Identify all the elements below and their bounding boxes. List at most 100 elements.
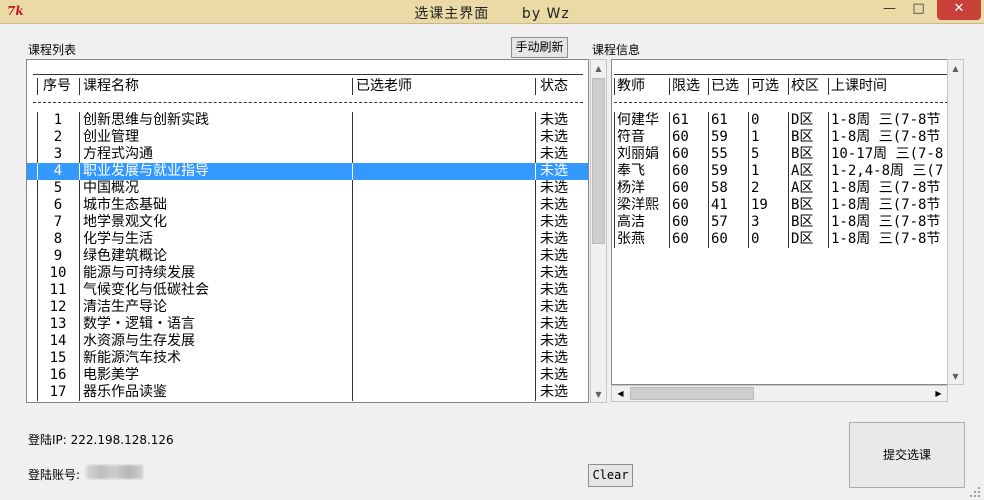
teacher-row[interactable]: 何建华 61 61 0 D区 1-8周 三(7-8节 <box>612 112 947 129</box>
column-divider <box>352 180 353 197</box>
row-chosen: 55 <box>711 146 728 162</box>
course-row[interactable]: 2 创业管理 未选 <box>27 129 588 146</box>
header-course-name: 课程名称 <box>83 78 139 94</box>
course-row[interactable]: 3 方程式沟通 未选 <box>27 146 588 163</box>
manual-refresh-button[interactable]: 手动刷新 <box>511 37 568 58</box>
column-divider <box>352 197 353 214</box>
resize-grip-icon[interactable] <box>969 486 981 498</box>
row-limit: 60 <box>672 231 689 247</box>
course-row[interactable]: 15 新能源汽车技术 未选 <box>27 350 588 367</box>
column-divider <box>535 231 536 248</box>
course-name: 方程式沟通 <box>83 146 153 162</box>
column-divider <box>788 197 789 214</box>
course-status: 未选 <box>540 248 568 264</box>
column-divider <box>614 197 615 214</box>
teacher-row[interactable]: 杨洋 60 58 2 A区 1-8周 三(7-8节 <box>612 180 947 197</box>
column-divider <box>79 367 80 384</box>
column-divider <box>352 282 353 299</box>
clear-button[interactable]: Clear <box>588 464 633 487</box>
maximize-button[interactable]: □ <box>905 0 932 20</box>
column-divider <box>535 316 536 333</box>
scroll-right-icon[interactable]: ▶ <box>930 386 947 401</box>
scroll-down-icon[interactable]: ▼ <box>591 386 606 403</box>
course-row[interactable]: 6 城市生态基础 未选 <box>27 197 588 214</box>
teacher-row[interactable]: 奉飞 60 59 1 A区 1-2,4-8周 三(7 <box>612 163 947 180</box>
column-divider <box>37 78 38 95</box>
column-divider <box>788 78 789 95</box>
column-divider <box>828 78 829 95</box>
course-row[interactable]: 17 器乐作品读鉴 未选 <box>27 384 588 401</box>
course-info-scrollbar[interactable]: ▲ ▼ <box>947 59 964 385</box>
course-row[interactable]: 13 数学・逻辑・语言 未选 <box>27 316 588 333</box>
course-status: 未选 <box>540 265 568 281</box>
course-row[interactable]: 16 电影美学 未选 <box>27 367 588 384</box>
column-divider <box>669 78 670 95</box>
title-bar[interactable]: 7k 选课主界面 by Wz — □ ✕ <box>0 0 984 24</box>
column-divider <box>669 231 670 248</box>
column-divider <box>37 112 38 129</box>
header-time: 上课时间 <box>831 78 887 94</box>
column-divider <box>37 214 38 231</box>
minimize-button[interactable]: — <box>876 0 903 20</box>
column-divider <box>669 163 670 180</box>
course-status: 未选 <box>540 214 568 230</box>
course-seq: 8 <box>53 231 63 247</box>
row-time: 1-8周 三(7-8节 <box>831 197 941 213</box>
course-row[interactable]: 12 清洁生产导论 未选 <box>27 299 588 316</box>
scroll-left-icon[interactable]: ◀ <box>612 386 629 401</box>
row-chosen: 57 <box>711 214 728 230</box>
row-time: 1-8周 三(7-8节 <box>831 129 941 145</box>
column-divider <box>79 231 80 248</box>
course-row[interactable]: 1 创新思维与创新实践 未选 <box>27 112 588 129</box>
teacher-row[interactable]: 刘丽娟 60 55 5 B区 10-17周 三(7-8 <box>612 146 947 163</box>
teacher-row[interactable]: 梁洋熙 60 41 19 B区 1-8周 三(7-8节 <box>612 197 947 214</box>
course-status: 未选 <box>540 129 568 145</box>
course-row[interactable]: 7 地学景观文化 未选 <box>27 214 588 231</box>
row-available: 3 <box>751 214 760 230</box>
row-available: 1 <box>751 129 760 145</box>
teacher-row[interactable]: 张燕 60 60 0 D区 1-8周 三(7-8节 <box>612 231 947 248</box>
row-time: 1-8周 三(7-8节 <box>831 112 941 128</box>
column-divider <box>79 78 80 95</box>
course-row[interactable]: 11 气候变化与低碳社会 未选 <box>27 282 588 299</box>
course-status: 未选 <box>540 333 568 349</box>
teacher-row[interactable]: 高洁 60 57 3 B区 1-8周 三(7-8节 <box>612 214 947 231</box>
scroll-up-icon[interactable]: ▲ <box>591 60 606 77</box>
course-row[interactable]: 4 职业发展与就业指导 未选 <box>27 163 588 180</box>
course-status: 未选 <box>540 282 568 298</box>
course-info-list[interactable]: 教师 限选 已选 可选 校区 上课时间 何建华 61 61 0 D区 1-8周 三(7-8… <box>611 59 948 385</box>
column-divider <box>535 367 536 384</box>
column-divider <box>828 214 829 231</box>
scroll-thumb[interactable] <box>592 78 605 244</box>
close-button[interactable]: ✕ <box>937 0 981 20</box>
row-time: 1-2,4-8周 三(7 <box>831 163 944 179</box>
teacher-row[interactable]: 符音 60 59 1 B区 1-8周 三(7-8节 <box>612 129 947 146</box>
course-row[interactable]: 8 化学与生活 未选 <box>27 231 588 248</box>
course-info-hscrollbar[interactable]: ◀ ▶ <box>611 385 948 402</box>
column-divider <box>708 214 709 231</box>
column-divider <box>37 316 38 333</box>
column-divider <box>748 197 749 214</box>
course-row[interactable]: 5 中国概况 未选 <box>27 180 588 197</box>
column-divider <box>788 163 789 180</box>
course-row[interactable]: 10 能源与可持续发展 未选 <box>27 265 588 282</box>
column-divider <box>828 180 829 197</box>
column-divider <box>79 248 80 265</box>
course-list[interactable]: 序号 课程名称 已选老师 状态 1 创新思维与创新实践 未选 2 创业管理 未选 3 方程式沟… <box>26 59 589 403</box>
scroll-down-icon[interactable]: ▼ <box>948 368 963 385</box>
scroll-thumb[interactable] <box>630 387 754 400</box>
course-status: 未选 <box>540 163 568 179</box>
scroll-up-icon[interactable]: ▲ <box>948 60 963 77</box>
submit-selection-button[interactable]: 提交选课 <box>849 422 965 488</box>
login-account-value <box>86 465 143 479</box>
course-seq: 3 <box>53 146 63 162</box>
course-list-scrollbar[interactable]: ▲ ▼ <box>590 59 607 403</box>
row-limit: 60 <box>672 214 689 230</box>
column-divider <box>37 197 38 214</box>
course-name: 城市生态基础 <box>83 197 167 213</box>
course-row[interactable]: 14 水资源与生存发展 未选 <box>27 333 588 350</box>
row-limit: 60 <box>672 146 689 162</box>
course-seq: 2 <box>53 129 63 145</box>
course-row[interactable]: 9 绿色建筑概论 未选 <box>27 248 588 265</box>
column-divider <box>669 129 670 146</box>
